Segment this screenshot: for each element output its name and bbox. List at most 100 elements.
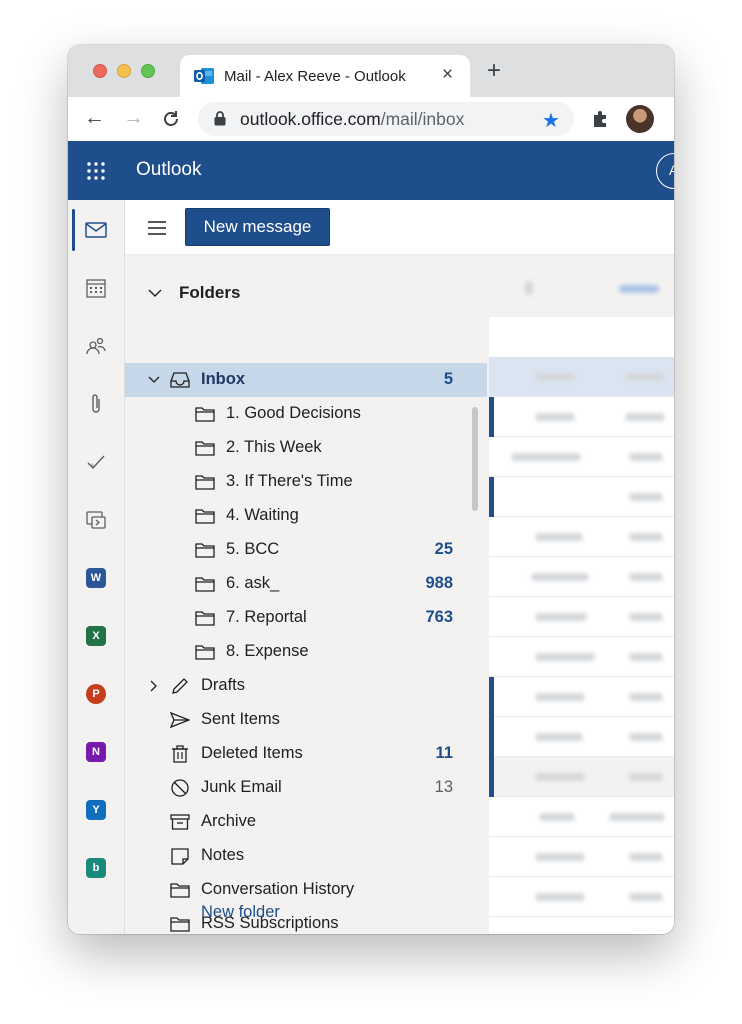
app-launcher-icon[interactable]	[86, 161, 106, 181]
left-app-rail: W X P N Y b	[68, 200, 125, 934]
attachment-icon	[92, 394, 100, 413]
profile-avatar[interactable]	[626, 105, 654, 133]
folder-drafts[interactable]: Drafts	[125, 669, 487, 703]
account-avatar[interactable]: A	[656, 153, 674, 189]
folder-if-theres-time[interactable]: 3. If There's Time	[125, 465, 487, 499]
reload-icon[interactable]	[161, 109, 181, 129]
close-window-button[interactable]	[93, 64, 107, 78]
folder-name: 5. BCC	[226, 540, 280, 558]
browser-toolbar: ← → outlook.office.com/mail/inbox ★	[68, 97, 674, 141]
bookmark-star-icon[interactable]: ★	[542, 108, 560, 133]
folder-icon	[195, 543, 215, 558]
folder-name: 2. This Week	[226, 438, 322, 456]
yammer-icon: Y	[86, 800, 106, 820]
item-count: 13	[434, 778, 453, 796]
folders-label: Folders	[179, 283, 241, 302]
folder-name: Deleted Items	[201, 744, 303, 762]
folder-pane: Folders Inbox 5 1. Good Decisions 2. Thi…	[125, 255, 489, 934]
folder-icon	[195, 611, 215, 626]
rail-people[interactable]	[82, 332, 110, 360]
rail-todo[interactable]	[82, 448, 110, 476]
folder-this-week[interactable]: 2. This Week	[125, 431, 487, 465]
folder-name: Inbox	[201, 370, 245, 388]
folder-notes[interactable]: Notes	[125, 839, 487, 873]
new-message-button[interactable]: New message	[185, 208, 330, 246]
onenote-icon: N	[86, 742, 106, 762]
rail-powerpoint[interactable]: P	[82, 680, 110, 708]
message-row[interactable]	[489, 597, 674, 637]
new-tab-button[interactable]: +	[487, 59, 501, 83]
folder-icon	[195, 577, 215, 592]
calendar-icon	[86, 279, 106, 298]
rail-calendar[interactable]	[82, 274, 110, 302]
command-bar: New message	[125, 200, 674, 255]
folder-waiting[interactable]: 4. Waiting	[125, 499, 487, 533]
rail-word[interactable]: W	[82, 564, 110, 592]
folder-icon	[195, 407, 215, 422]
hamburger-menu-icon[interactable]	[147, 220, 167, 236]
folder-name: 1. Good Decisions	[226, 404, 361, 422]
browser-tab[interactable]: Mail - Alex Reeve - Outlook ×	[180, 55, 470, 97]
rail-mail[interactable]	[82, 216, 110, 244]
message-row[interactable]	[489, 477, 674, 517]
mail-icon	[85, 222, 107, 238]
folder-bcc[interactable]: 5. BCC 25	[125, 533, 487, 567]
folder-name: Drafts	[201, 676, 246, 694]
message-row[interactable]	[489, 397, 674, 437]
message-row[interactable]	[489, 757, 674, 797]
outlook-favicon-icon	[194, 68, 214, 84]
message-row[interactable]	[489, 677, 674, 717]
chevron-right-icon[interactable]	[147, 679, 161, 693]
unread-count: 5	[443, 370, 453, 388]
folder-junk-email[interactable]: Junk Email 13	[125, 771, 487, 805]
folder-deleted-items[interactable]: Deleted Items 11	[125, 737, 487, 771]
folder-good-decisions[interactable]: 1. Good Decisions	[125, 397, 487, 431]
send-icon	[170, 711, 190, 729]
folders-header[interactable]: Folders	[125, 277, 489, 311]
message-row[interactable]	[489, 437, 674, 477]
message-row[interactable]	[489, 837, 674, 877]
folder-name: Sent Items	[201, 710, 280, 728]
folder-name: 3. If There's Time	[226, 472, 353, 490]
zoom-window-button[interactable]	[141, 64, 155, 78]
folder-name: 8. Expense	[226, 642, 309, 660]
folder-icon	[195, 509, 215, 524]
rail-onenote[interactable]: N	[82, 738, 110, 766]
message-row[interactable]	[489, 637, 674, 677]
folder-ask[interactable]: 6. ask_ 988	[125, 567, 487, 601]
folder-sent-items[interactable]: Sent Items	[125, 703, 487, 737]
chevron-down-icon	[148, 376, 160, 383]
message-row[interactable]	[489, 717, 674, 757]
message-row[interactable]	[489, 877, 674, 917]
message-row[interactable]	[489, 557, 674, 597]
close-tab-icon[interactable]: ×	[442, 64, 453, 86]
rail-groups[interactable]	[82, 506, 110, 534]
rail-files[interactable]	[82, 390, 110, 418]
excel-icon: X	[86, 626, 106, 646]
folder-scrollbar[interactable]	[472, 407, 478, 511]
folder-archive[interactable]: Archive	[125, 805, 487, 839]
browser-window: Mail - Alex Reeve - Outlook × + ← → outl…	[68, 45, 674, 934]
url-text: outlook.office.com/mail/inbox	[240, 109, 465, 129]
forward-icon[interactable]: →	[123, 106, 144, 130]
folder-inbox[interactable]: Inbox 5	[125, 363, 487, 397]
folder-expense[interactable]: 8. Expense	[125, 635, 487, 669]
back-icon[interactable]: ←	[84, 106, 105, 130]
archive-icon	[170, 814, 190, 830]
groups-icon	[86, 511, 106, 529]
unread-count: 11	[435, 744, 453, 762]
message-row[interactable]	[489, 357, 674, 397]
rail-excel[interactable]: X	[82, 622, 110, 650]
message-row[interactable]	[489, 797, 674, 837]
rail-bookings[interactable]: b	[82, 854, 110, 882]
unread-count: 25	[434, 540, 453, 558]
extensions-icon[interactable]	[590, 109, 610, 129]
rail-yammer[interactable]: Y	[82, 796, 110, 824]
minimize-window-button[interactable]	[117, 64, 131, 78]
folder-reportal[interactable]: 7. Reportal 763	[125, 601, 487, 635]
folder-icon	[195, 645, 215, 660]
message-row[interactable]	[489, 517, 674, 557]
note-icon	[171, 848, 189, 865]
address-bar[interactable]: outlook.office.com/mail/inbox ★	[198, 102, 574, 136]
new-folder-link[interactable]: New folder	[125, 896, 489, 930]
